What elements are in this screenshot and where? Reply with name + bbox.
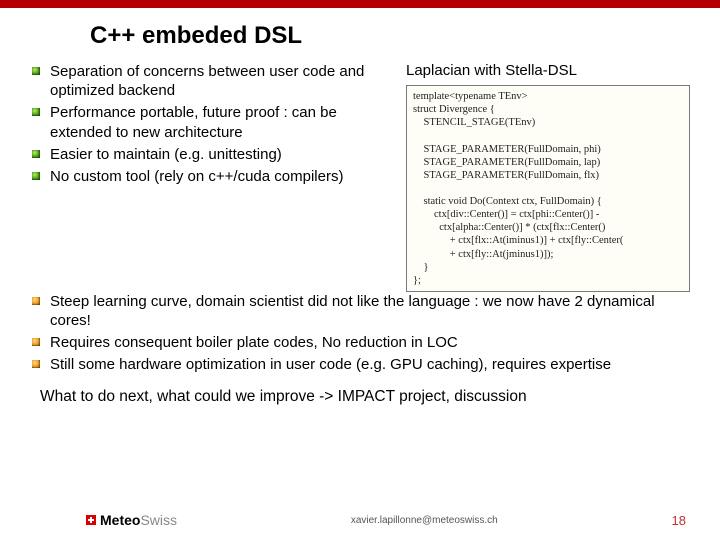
footer: MeteoSwiss xavier.lapillonne@meteoswiss.… — [0, 512, 720, 528]
footer-email: xavier.lapillonne@meteoswiss.ch — [351, 515, 498, 526]
code-column: Laplacian with Stella-DSL template<typen… — [400, 62, 690, 292]
list-item: Still some hardware optimization in user… — [30, 355, 690, 374]
swiss-cross-icon — [86, 515, 96, 525]
list-item: Requires consequent boiler plate codes, … — [30, 333, 690, 352]
code-label: Laplacian with Stella-DSL — [406, 62, 690, 79]
list-item: Steep learning curve, domain scientist d… — [30, 292, 690, 330]
closing-text: What to do next, what could we improve -… — [40, 387, 680, 407]
top-row: Separation of concerns between user code… — [30, 62, 690, 292]
pros-list: Separation of concerns between user code… — [30, 62, 400, 186]
logo-text-meteo: Meteo — [100, 512, 140, 528]
slide-title: C++ embeded DSL — [90, 22, 720, 50]
pros-column: Separation of concerns between user code… — [30, 62, 400, 196]
page-number: 18 — [672, 513, 686, 528]
logo-text-swiss: Swiss — [140, 512, 177, 528]
content-area: Separation of concerns between user code… — [0, 62, 720, 407]
list-item: Easier to maintain (e.g. unittesting) — [30, 145, 400, 164]
list-item: Separation of concerns between user code… — [30, 62, 400, 100]
list-item: No custom tool (rely on c++/cuda compile… — [30, 167, 400, 186]
code-listing: template<typename TEnv> struct Divergenc… — [406, 85, 690, 292]
meteoswiss-logo: MeteoSwiss — [86, 512, 177, 528]
cons-list: Steep learning curve, domain scientist d… — [30, 292, 690, 375]
accent-bar — [0, 0, 720, 8]
list-item: Performance portable, future proof : can… — [30, 103, 400, 141]
